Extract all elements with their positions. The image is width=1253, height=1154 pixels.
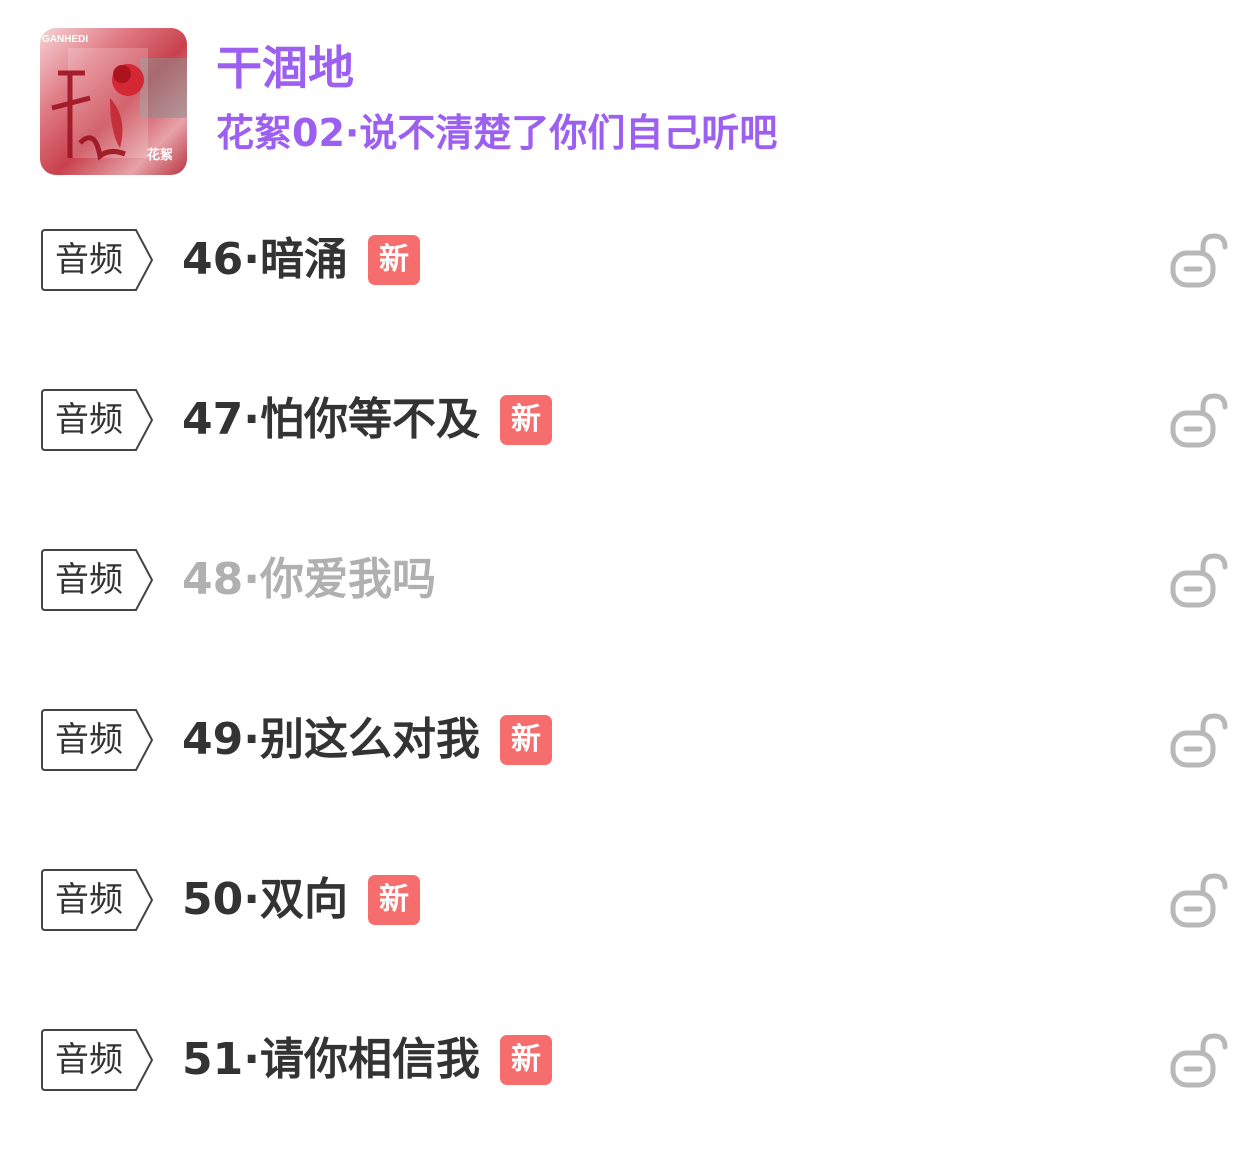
- new-badge: 新: [499, 715, 552, 765]
- unlock-icon[interactable]: [1170, 1031, 1230, 1089]
- episode-title[interactable]: 49·别这么对我 新: [182, 705, 552, 775]
- episode-title-text: 47·怕你等不及: [182, 394, 480, 445]
- audio-tag: 音频: [40, 388, 154, 452]
- unlock-icon[interactable]: [1170, 551, 1230, 609]
- unlock-icon[interactable]: [1170, 711, 1230, 769]
- episode-title[interactable]: 50·双向 新: [182, 865, 420, 935]
- episode-list: 音频 46·暗涌 新 音频 47·怕你等不及 新 音频 48·你爱我吗 音频 4…: [0, 0, 1253, 1154]
- episode-title-text: 49·别这么对我: [182, 714, 480, 765]
- tag-label: 音频: [55, 1040, 123, 1080]
- tag-label: 音频: [55, 880, 123, 920]
- unlock-icon[interactable]: [1170, 231, 1230, 289]
- episode-title[interactable]: 48·你爱我吗: [182, 545, 436, 615]
- list-item[interactable]: 音频 50·双向 新: [40, 865, 1230, 935]
- episode-title-text: 48·你爱我吗: [182, 554, 436, 605]
- new-badge: 新: [367, 235, 420, 285]
- episode-title-text: 50·双向: [182, 874, 348, 925]
- tag-label: 音频: [55, 720, 123, 760]
- audio-tag: 音频: [40, 1028, 154, 1092]
- audio-tag: 音频: [40, 708, 154, 772]
- list-item[interactable]: 音频 48·你爱我吗: [40, 545, 1230, 615]
- audio-tag: 音频: [40, 228, 154, 292]
- new-badge: 新: [499, 1035, 552, 1085]
- new-badge: 新: [499, 395, 552, 445]
- episode-title[interactable]: 51·请你相信我 新: [182, 1025, 552, 1095]
- list-item[interactable]: 音频 49·别这么对我 新: [40, 705, 1230, 775]
- episode-title-text: 51·请你相信我: [182, 1034, 480, 1085]
- episode-title[interactable]: 47·怕你等不及 新: [182, 385, 552, 455]
- list-item[interactable]: 音频 51·请你相信我 新: [40, 1025, 1230, 1095]
- tag-label: 音频: [55, 560, 123, 600]
- new-badge: 新: [367, 875, 420, 925]
- unlock-icon[interactable]: [1170, 871, 1230, 929]
- tag-label: 音频: [55, 400, 123, 440]
- unlock-icon[interactable]: [1170, 391, 1230, 449]
- tag-label: 音频: [55, 240, 123, 280]
- audio-tag: 音频: [40, 868, 154, 932]
- audio-tag: 音频: [40, 548, 154, 612]
- episode-title[interactable]: 46·暗涌 新: [182, 225, 420, 295]
- list-item[interactable]: 音频 46·暗涌 新: [40, 225, 1230, 295]
- episode-title-text: 46·暗涌: [182, 234, 348, 285]
- list-item[interactable]: 音频 47·怕你等不及 新: [40, 385, 1230, 455]
